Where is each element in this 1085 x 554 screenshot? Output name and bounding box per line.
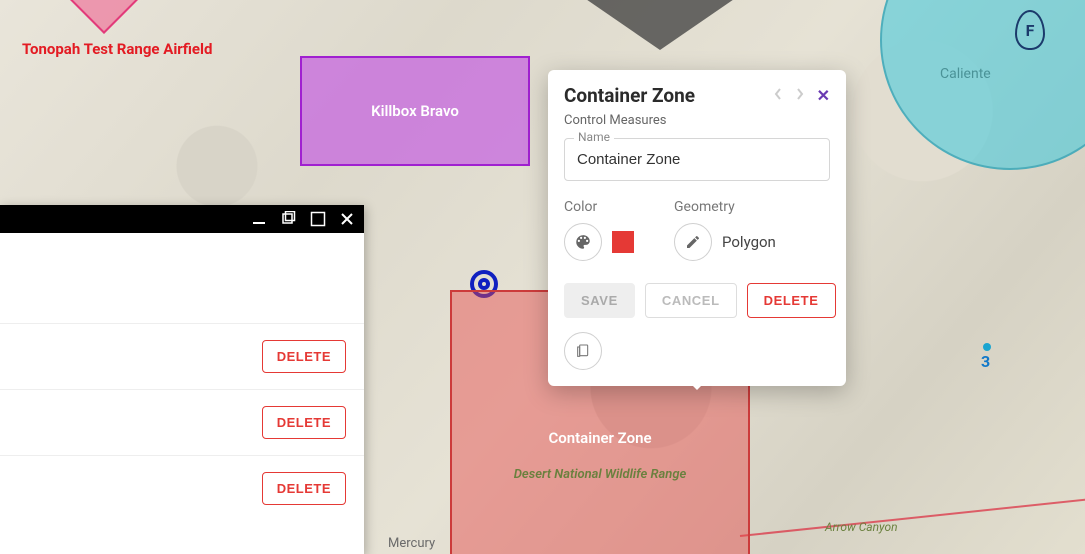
marker-dot bbox=[983, 343, 991, 351]
delete-button[interactable]: DELETE bbox=[262, 340, 346, 373]
save-button: SAVE bbox=[564, 283, 635, 318]
overlay-killbox-label: Killbox Bravo bbox=[371, 102, 459, 120]
edit-geometry-icon[interactable] bbox=[674, 223, 712, 261]
airfield-label: Tonopah Test Range Airfield bbox=[22, 40, 212, 58]
cancel-button[interactable]: CANCEL bbox=[645, 283, 737, 318]
restore-icon[interactable] bbox=[280, 211, 296, 227]
side-row: DELETE bbox=[0, 455, 364, 521]
side-panel-body: DELETE DELETE DELETE bbox=[0, 233, 364, 521]
side-row: DELETE bbox=[0, 389, 364, 455]
delete-button[interactable]: DELETE bbox=[262, 472, 346, 505]
overlay-killbox-bravo[interactable]: Killbox Bravo bbox=[300, 56, 530, 166]
side-panel: DELETE DELETE DELETE bbox=[0, 205, 364, 554]
next-icon[interactable] bbox=[795, 86, 805, 105]
minimize-icon[interactable] bbox=[252, 212, 266, 226]
delete-button[interactable]: DELETE bbox=[262, 406, 346, 439]
popup-title: Container Zone bbox=[564, 84, 695, 107]
city-mercury: Mercury bbox=[388, 536, 435, 551]
popup-close-icon[interactable]: ✕ bbox=[817, 86, 830, 105]
side-row: DELETE bbox=[0, 323, 364, 389]
copy-icon[interactable] bbox=[564, 332, 602, 370]
name-input[interactable] bbox=[564, 138, 830, 181]
side-row-header bbox=[0, 233, 364, 323]
side-panel-titlebar[interactable] bbox=[0, 205, 364, 233]
map-stage[interactable]: Tonopah Test Range Airfield Caliente Mer… bbox=[0, 0, 1085, 554]
feature-arrow-canyon: Arrow Canyon bbox=[825, 520, 898, 534]
marker-number: 3 bbox=[981, 352, 990, 371]
maximize-icon[interactable] bbox=[310, 211, 326, 227]
prev-icon[interactable] bbox=[773, 86, 783, 105]
geometry-value: Polygon bbox=[722, 233, 776, 251]
popup-delete-button[interactable]: DELETE bbox=[747, 283, 836, 318]
name-field-label: Name bbox=[574, 130, 614, 144]
overlay-gray-triangle[interactable] bbox=[500, 0, 820, 50]
feature-wildlife-range: Desert National Wildlife Range bbox=[514, 467, 687, 482]
marker-f-letter: F bbox=[1026, 21, 1035, 40]
overlay-container-label: Container Zone bbox=[548, 429, 651, 447]
geometry-label: Geometry bbox=[674, 199, 776, 215]
color-swatch[interactable] bbox=[612, 231, 634, 253]
marker-f[interactable]: F bbox=[1015, 10, 1045, 50]
close-icon[interactable] bbox=[340, 212, 354, 226]
palette-icon[interactable] bbox=[564, 223, 602, 261]
color-label: Color bbox=[564, 199, 634, 215]
feature-popup: Container Zone ✕ Control Measures Name C… bbox=[548, 70, 846, 386]
popup-subtitle: Control Measures bbox=[564, 113, 830, 128]
